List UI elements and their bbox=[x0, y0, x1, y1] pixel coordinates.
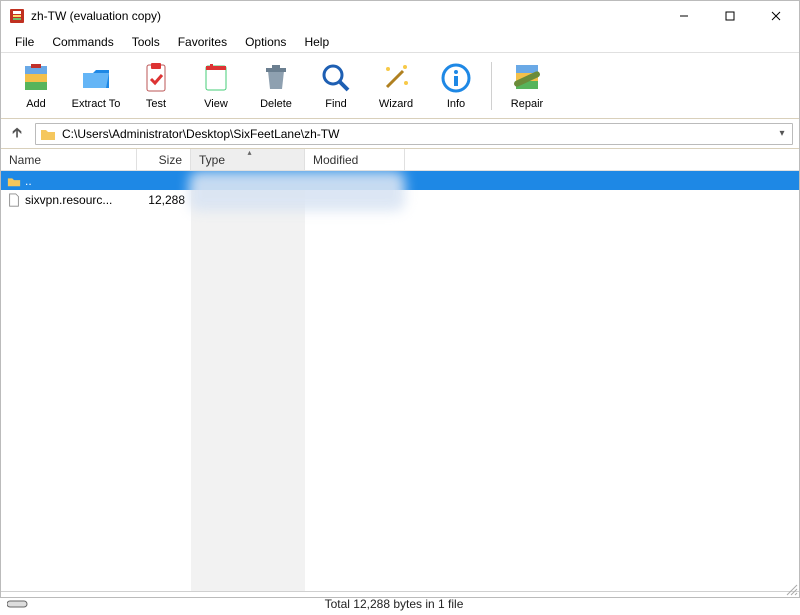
view-label: View bbox=[204, 98, 228, 110]
file-list[interactable]: .. sixvpn.resourc... 12,288 bbox=[1, 171, 799, 591]
disk-icon bbox=[7, 599, 29, 609]
folder-up-icon bbox=[7, 174, 21, 188]
sorted-column-shade bbox=[191, 171, 305, 591]
row-name: sixvpn.resourc... bbox=[25, 193, 112, 207]
info-button[interactable]: Info bbox=[427, 56, 485, 116]
folder-icon bbox=[40, 126, 56, 142]
minimize-button[interactable] bbox=[661, 1, 707, 31]
menu-options[interactable]: Options bbox=[237, 33, 294, 51]
maximize-button[interactable] bbox=[707, 1, 753, 31]
status-summary: Total 12,288 bytes in 1 file bbox=[325, 597, 476, 611]
magnifier-icon bbox=[319, 61, 353, 95]
info-label: Info bbox=[447, 98, 465, 110]
column-headers: Name Size Type▴ Modified bbox=[1, 149, 799, 171]
clipboard-check-icon bbox=[139, 61, 173, 95]
add-label: Add bbox=[26, 98, 46, 110]
window-controls bbox=[661, 1, 799, 31]
sort-indicator-icon: ▴ bbox=[248, 148, 252, 157]
bandage-icon bbox=[510, 61, 544, 95]
resize-grip-icon[interactable] bbox=[784, 582, 798, 596]
path-input[interactable]: C:\Users\Administrator\Desktop\SixFeetLa… bbox=[35, 123, 793, 145]
menu-favorites[interactable]: Favorites bbox=[170, 33, 235, 51]
redacted-region bbox=[189, 171, 405, 211]
address-bar: 🡱 C:\Users\Administrator\Desktop\SixFeet… bbox=[1, 119, 799, 149]
wizard-button[interactable]: Wizard bbox=[367, 56, 425, 116]
view-button[interactable]: View bbox=[187, 56, 245, 116]
menu-commands[interactable]: Commands bbox=[44, 33, 121, 51]
menubar: File Commands Tools Favorites Options He… bbox=[1, 31, 799, 53]
find-button[interactable]: Find bbox=[307, 56, 365, 116]
app-icon bbox=[9, 8, 25, 24]
delete-label: Delete bbox=[260, 98, 292, 110]
extract-to-button[interactable]: Extract To bbox=[67, 56, 125, 116]
test-button[interactable]: Test bbox=[127, 56, 185, 116]
toolbar-separator bbox=[491, 62, 492, 110]
close-button[interactable] bbox=[753, 1, 799, 31]
column-modified[interactable]: Modified bbox=[305, 149, 405, 170]
file-icon bbox=[7, 193, 21, 207]
column-name[interactable]: Name bbox=[1, 149, 137, 170]
add-button[interactable]: Add bbox=[7, 56, 65, 116]
row-size: 12,288 bbox=[137, 193, 191, 207]
trash-icon bbox=[259, 61, 293, 95]
row-name: .. bbox=[25, 174, 32, 188]
column-size[interactable]: Size bbox=[137, 149, 191, 170]
menu-help[interactable]: Help bbox=[296, 33, 337, 51]
repair-button[interactable]: Repair bbox=[498, 56, 556, 116]
status-bar: Total 12,288 bytes in 1 file bbox=[1, 591, 799, 615]
menu-tools[interactable]: Tools bbox=[124, 33, 168, 51]
test-label: Test bbox=[146, 98, 166, 110]
info-icon bbox=[439, 61, 473, 95]
titlebar: zh-TW (evaluation copy) bbox=[1, 1, 799, 31]
chevron-down-icon[interactable]: ▾ bbox=[774, 126, 790, 142]
archive-stack-icon bbox=[19, 61, 53, 95]
menu-file[interactable]: File bbox=[7, 33, 42, 51]
delete-button[interactable]: Delete bbox=[247, 56, 305, 116]
find-label: Find bbox=[325, 98, 346, 110]
folder-out-icon bbox=[79, 61, 113, 95]
up-button[interactable]: 🡱 bbox=[7, 122, 27, 146]
extract-to-label: Extract To bbox=[72, 98, 121, 110]
book-icon bbox=[199, 61, 233, 95]
wand-icon bbox=[379, 61, 413, 95]
window-title: zh-TW (evaluation copy) bbox=[31, 9, 661, 23]
toolbar: Add Extract To Test View Delete Find Wiz… bbox=[1, 53, 799, 119]
repair-label: Repair bbox=[511, 98, 543, 110]
column-type[interactable]: Type▴ bbox=[191, 149, 305, 170]
path-text: C:\Users\Administrator\Desktop\SixFeetLa… bbox=[62, 127, 339, 141]
wizard-label: Wizard bbox=[379, 98, 413, 110]
